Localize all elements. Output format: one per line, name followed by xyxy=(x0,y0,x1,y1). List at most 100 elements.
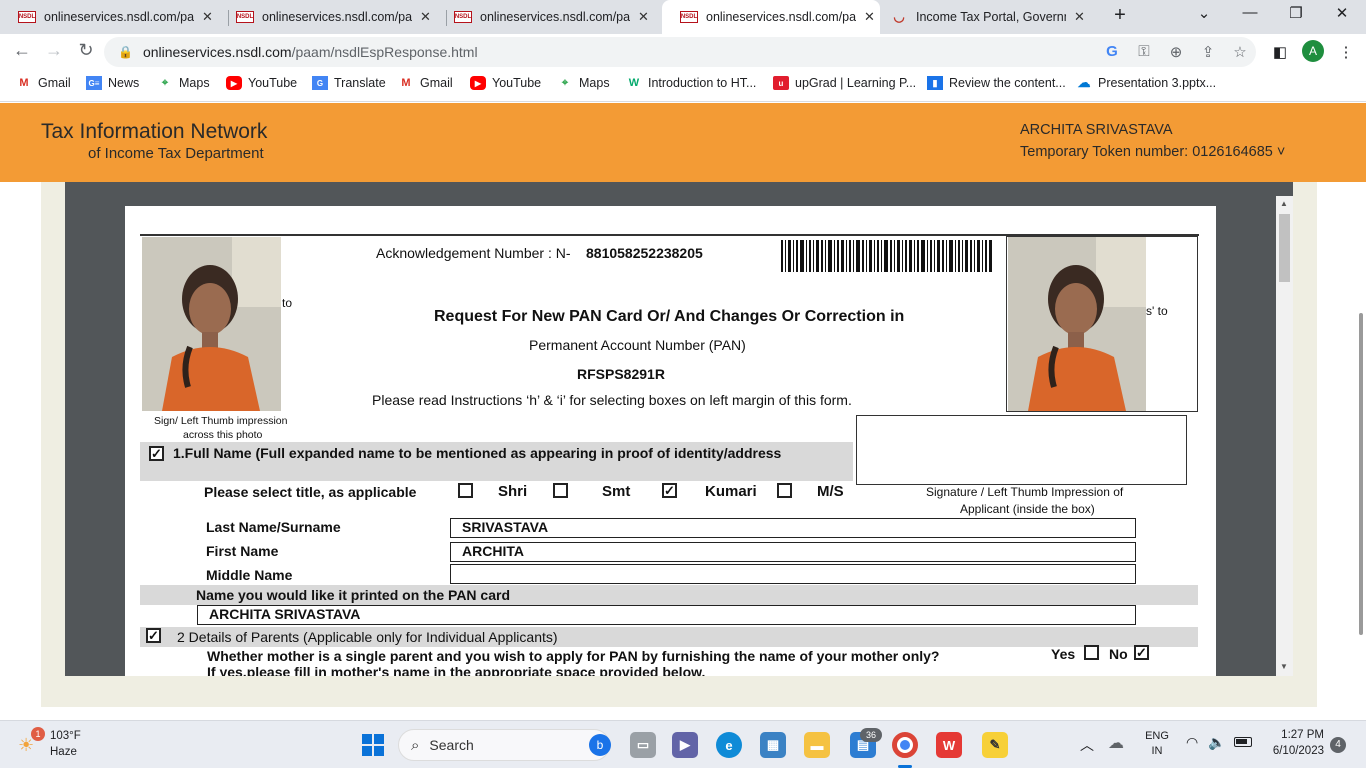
minimize-icon[interactable]: — xyxy=(1230,4,1270,21)
back-icon[interactable]: ← xyxy=(10,40,34,61)
close-tab-icon[interactable]: ✕ xyxy=(420,9,431,25)
page-icon: ▮ xyxy=(927,76,943,90)
bookmark-intro-html[interactable]: W Introduction to HT... xyxy=(626,76,757,90)
side-panel-icon[interactable]: ◧ xyxy=(1270,43,1290,61)
bookmark-upgrad[interactable]: u upGrad | Learning P... xyxy=(773,76,916,90)
close-window-icon[interactable]: ✕ xyxy=(1322,4,1362,22)
google-icon[interactable]: G xyxy=(1102,43,1122,60)
gmail-icon: M xyxy=(401,77,411,89)
single-parent-yes-checkbox[interactable] xyxy=(1084,645,1099,660)
barcode xyxy=(781,240,992,272)
address-bar[interactable]: 🔒 onlineservices.nsdl.com/paam/nsdlEspRe… xyxy=(104,37,1256,67)
w3-icon: W xyxy=(628,77,640,89)
browser-tab-4-active[interactable]: NSDL onlineservices.nsdl.com/paam ✕ xyxy=(662,0,880,34)
share-icon[interactable]: ⇪ xyxy=(1198,43,1218,61)
sticky-notes-icon[interactable]: ✎ xyxy=(982,732,1008,758)
browser-tab-1[interactable]: NSDL onlineservices.nsdl.com/paam ✕ xyxy=(0,0,228,34)
browser-tab-5[interactable]: ◡ Income Tax Portal, Government ✕ xyxy=(872,0,1098,34)
zoom-icon[interactable]: ⊕ xyxy=(1166,43,1186,61)
ack-label: Acknowledgement Number : N- xyxy=(376,245,571,261)
show-hidden-icons[interactable]: ︿ xyxy=(1080,735,1094,755)
title-smt-label: Smt xyxy=(602,483,631,500)
language-indicator[interactable]: ENG IN xyxy=(1143,730,1171,757)
section2-checkbox[interactable]: ✓ xyxy=(146,628,161,643)
bookmark-review[interactable]: ▮ Review the content... xyxy=(927,76,1066,90)
bookmark-youtube-2[interactable]: ▶ YouTube xyxy=(470,76,541,90)
browser-tab-2[interactable]: NSDL onlineservices.nsdl.com/paam ✕ xyxy=(218,0,446,34)
taskbar-search[interactable]: ⌕ Search b xyxy=(398,729,611,761)
store-icon[interactable]: ▦ xyxy=(760,732,786,758)
scroll-up-icon[interactable]: ▲ xyxy=(1280,199,1288,208)
bookmark-gmail[interactable]: M Gmail xyxy=(16,76,70,90)
signature-caption-1: Signature / Left Thumb Impression of xyxy=(926,485,1124,499)
bookmark-youtube[interactable]: ▶ YouTube xyxy=(226,76,297,90)
youtube-icon: ▶ xyxy=(226,76,242,90)
file-explorer-icon[interactable]: ▬ xyxy=(804,732,830,758)
middle-name-field[interactable] xyxy=(450,564,1136,584)
page-scrollbar[interactable] xyxy=(1359,313,1363,635)
form-subtitle: Permanent Account Number (PAN) xyxy=(529,337,746,353)
volume-icon[interactable]: 🔈 xyxy=(1208,734,1225,751)
signature-box[interactable] xyxy=(856,415,1187,485)
bookmark-label: Introduction to HT... xyxy=(648,76,757,90)
bookmark-translate[interactable]: G Translate xyxy=(312,76,386,90)
browser-tab-3[interactable]: NSDL onlineservices.nsdl.com/paam ✕ xyxy=(436,0,662,34)
tab-title: onlineservices.nsdl.com/paam xyxy=(44,10,194,24)
sign-caption-2: across this photo xyxy=(183,429,263,441)
clock[interactable]: 1:27 PM 6/10/2023 xyxy=(1262,729,1324,757)
close-tab-icon[interactable]: ✕ xyxy=(638,9,649,25)
chrome-icon[interactable] xyxy=(892,732,918,758)
first-name-field[interactable]: ARCHITA xyxy=(450,542,1136,562)
pdf-scrollbar[interactable]: ▲ ▼ xyxy=(1276,196,1293,676)
title-ms-checkbox[interactable] xyxy=(777,483,792,498)
single-parent-no-checkbox[interactable]: ✓ xyxy=(1134,645,1149,660)
weather-widget[interactable]: ☀ 1 103°F Haze xyxy=(16,727,106,763)
scroll-thumb[interactable] xyxy=(1279,214,1290,282)
teams-icon[interactable]: ▶ xyxy=(672,732,698,758)
bookmark-presentation[interactable]: ☁ Presentation 3.pptx... xyxy=(1076,75,1217,90)
bookmark-maps-2[interactable]: ⌖ Maps xyxy=(557,76,610,90)
tin-header: Tax Information Network of Income Tax De… xyxy=(0,103,1366,182)
scroll-down-icon[interactable]: ▼ xyxy=(1280,662,1288,671)
forward-icon[interactable]: → xyxy=(42,40,66,61)
close-tab-icon[interactable]: ✕ xyxy=(202,9,213,25)
key-icon[interactable]: ⚿ xyxy=(1134,43,1154,60)
new-tab-icon[interactable]: + xyxy=(1108,4,1132,27)
battery-icon[interactable] xyxy=(1234,737,1252,747)
profile-avatar[interactable]: A xyxy=(1302,40,1324,62)
bookmark-star-icon[interactable]: ☆ xyxy=(1230,43,1250,61)
title-kumari-checkbox[interactable]: ✓ xyxy=(662,483,677,498)
menu-icon[interactable]: ⋮ xyxy=(1336,43,1356,61)
title-smt-checkbox[interactable] xyxy=(553,483,568,498)
last-name-field[interactable]: SRIVASTAVA xyxy=(450,518,1136,538)
task-view-icon[interactable]: ▭ xyxy=(630,732,656,758)
edge-icon[interactable]: e xyxy=(716,732,742,758)
tab-title: Income Tax Portal, Government xyxy=(916,10,1066,24)
restore-icon[interactable]: ❐ xyxy=(1276,4,1316,22)
single-parent-question: Whether mother is a single parent and yo… xyxy=(207,648,940,664)
no-label: No xyxy=(1109,646,1128,662)
pan-form-document: to s' to Acknowledgement Number : N- 881… xyxy=(125,206,1216,676)
onedrive-tray-icon[interactable]: ☁ xyxy=(1108,733,1124,753)
title-shri-checkbox[interactable] xyxy=(458,483,473,498)
section1-checkbox[interactable]: ✓ xyxy=(149,446,164,461)
close-tab-icon[interactable]: ✕ xyxy=(1074,9,1085,25)
bookmark-maps[interactable]: ⌖ Maps xyxy=(157,76,210,90)
lock-icon[interactable]: 🔒 xyxy=(118,45,133,59)
tab-title: onlineservices.nsdl.com/paam xyxy=(480,10,630,24)
bookmark-gmail-2[interactable]: M Gmail xyxy=(398,76,452,90)
applicant-photo-image xyxy=(1008,237,1146,411)
reload-icon[interactable]: ↻ xyxy=(74,40,98,61)
wps-icon[interactable]: W xyxy=(936,732,962,758)
search-icon: ⌕ xyxy=(411,736,420,754)
bookmark-news[interactable]: G≡ News xyxy=(86,76,139,90)
notification-badge[interactable]: 4 xyxy=(1330,737,1346,753)
print-name-label: Name you would like it printed on the PA… xyxy=(196,587,511,603)
windows-start-icon[interactable] xyxy=(360,732,386,758)
tab-search-icon[interactable]: ⌄ xyxy=(1184,4,1224,22)
wifi-icon[interactable]: ◠ xyxy=(1186,734,1198,751)
token-dropdown[interactable]: Temporary Token number: 0126164685 ˅ xyxy=(1020,144,1285,160)
print-name-field[interactable]: ARCHITA SRIVASTAVA xyxy=(197,605,1136,625)
lang-secondary: IN xyxy=(1151,745,1163,757)
tab-title: onlineservices.nsdl.com/paam xyxy=(706,10,856,24)
